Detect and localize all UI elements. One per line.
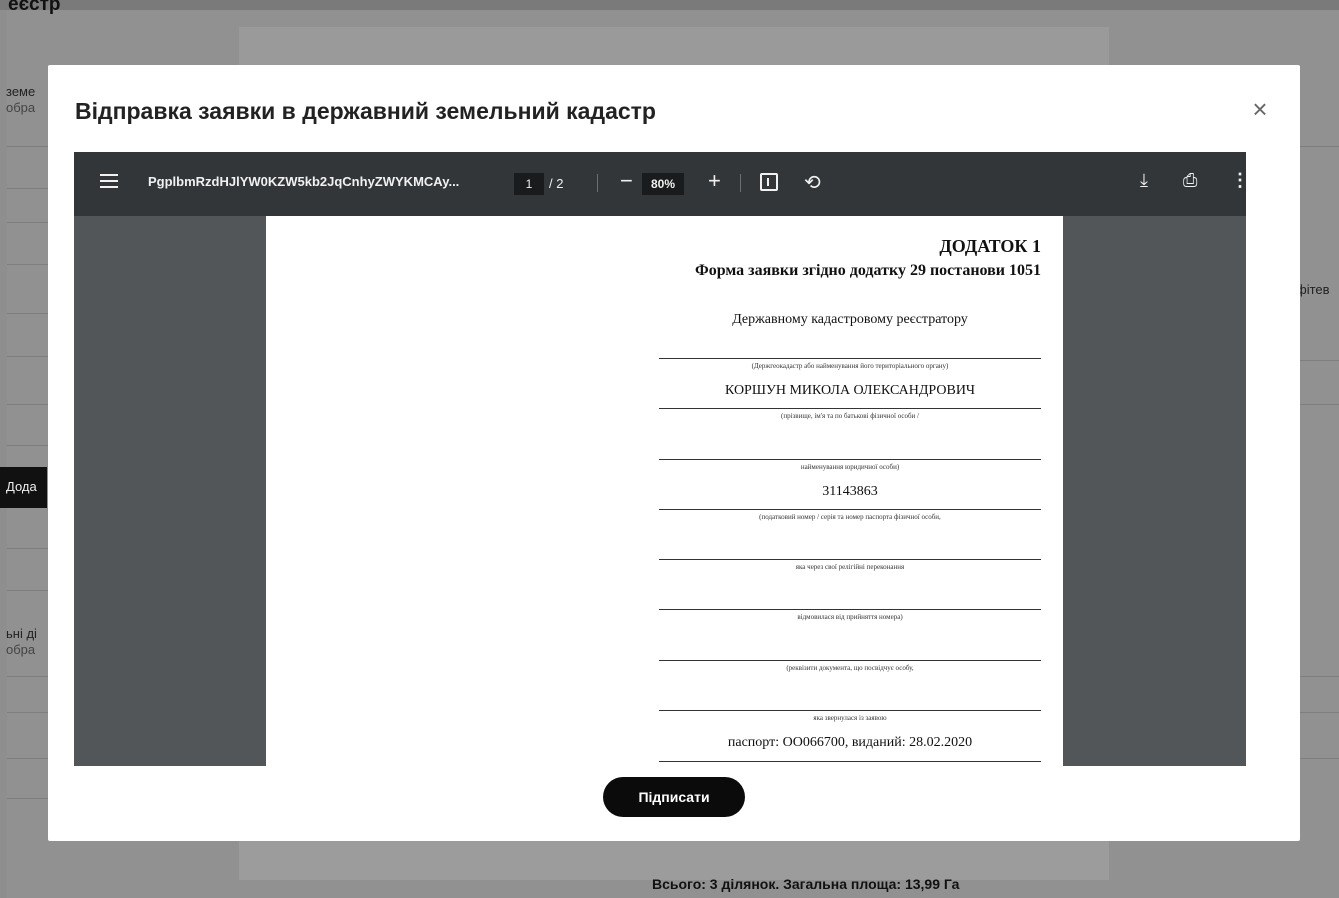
pdf-underline bbox=[659, 509, 1041, 510]
background-list-item[interactable]: ьні ді обра bbox=[6, 626, 37, 658]
background-add-button[interactable]: Дода bbox=[0, 467, 47, 508]
more-vert-icon[interactable]: ⋮ bbox=[1231, 170, 1246, 191]
modal-title: Відправка заявки в державний земельний к… bbox=[75, 98, 656, 124]
zoom-in-button[interactable]: + bbox=[708, 168, 721, 194]
pdf-underline bbox=[659, 559, 1041, 560]
pdf-applicant-name: КОРШУН МИКОЛА ОЛЕКСАНДРОВИЧ bbox=[724, 383, 976, 398]
submit-application-modal: Відправка заявки в державний земельний к… bbox=[48, 65, 1300, 841]
pdf-form-title: Форма заявки згідно додатку 29 постанови… bbox=[694, 262, 1041, 279]
background-divider bbox=[7, 712, 52, 713]
background-dialog-footer bbox=[239, 842, 1109, 880]
pdf-page-area[interactable]: ДОДАТОК 1 Форма заявки згідно додатку 29… bbox=[74, 216, 1246, 766]
pdf-passport: паспорт: ОО066700, виданий: 28.02.2020 bbox=[727, 735, 973, 750]
background-divider bbox=[7, 758, 52, 759]
background-divider bbox=[7, 798, 52, 799]
background-divider bbox=[7, 264, 52, 265]
background-total-summary: Всього: 3 ділянок. Загальна площа: 13,99… bbox=[652, 876, 960, 892]
toolbar-divider bbox=[740, 174, 741, 192]
pdf-underline bbox=[659, 609, 1041, 610]
print-icon[interactable]: ⎙ bbox=[1183, 170, 1197, 191]
background-page-title: еєстр bbox=[8, 0, 61, 15]
pdf-viewer: PgplbmRzdHJlYW0KZW5kb2JqCnhyZWYKMCAy... … bbox=[74, 152, 1246, 766]
background-topbar bbox=[0, 0, 1339, 10]
pdf-underline bbox=[659, 459, 1041, 460]
background-divider bbox=[7, 676, 52, 677]
background-divider bbox=[7, 146, 52, 147]
download-icon[interactable]: ⤓ bbox=[1140, 170, 1148, 191]
pdf-page: ДОДАТОК 1 Форма заявки згідно додатку 29… bbox=[266, 216, 1063, 766]
pdf-underline bbox=[659, 761, 1041, 762]
pdf-underline bbox=[659, 660, 1041, 661]
pdf-underline bbox=[659, 358, 1041, 359]
pdf-field-note: відмовилася від прийняття номера) bbox=[797, 613, 903, 621]
toolbar-divider bbox=[597, 174, 598, 192]
fit-page-icon[interactable] bbox=[760, 173, 778, 191]
pdf-underline bbox=[659, 710, 1041, 711]
background-divider bbox=[7, 188, 52, 189]
pdf-field-note: яка звернулася із заявою bbox=[813, 714, 887, 722]
pdf-field-note: (реквізити документа, що посвідчує особу… bbox=[786, 664, 914, 672]
rotate-icon[interactable]: ⟲ bbox=[804, 170, 821, 195]
pdf-field-note: (Держгеокадастр або найменування його те… bbox=[751, 362, 949, 370]
background-divider bbox=[7, 548, 52, 549]
background-divider bbox=[7, 445, 52, 446]
zoom-out-button[interactable]: − bbox=[620, 168, 633, 194]
background-list-item-label: земе bbox=[6, 84, 36, 99]
zoom-level-input[interactable]: 80% bbox=[642, 173, 684, 195]
background-list-item-label: ьні ді bbox=[6, 626, 37, 641]
close-icon[interactable]: × bbox=[1246, 95, 1274, 123]
background-right-text: фітев bbox=[1296, 282, 1330, 297]
background-divider bbox=[7, 313, 52, 314]
pdf-tax-number: 31143863 bbox=[822, 484, 878, 499]
pdf-underline bbox=[659, 408, 1041, 409]
background-divider bbox=[7, 404, 52, 405]
pdf-field-note: (прізвище, ім'я та по батькові фізичної … bbox=[781, 412, 919, 420]
background-divider bbox=[7, 222, 52, 223]
pdf-addressee: Державному кадастровому реєстратору bbox=[732, 312, 968, 327]
background-divider bbox=[7, 590, 52, 591]
background-list-item[interactable]: земе обра bbox=[6, 84, 35, 116]
pdf-field-note: яка через свої релігійні переконання bbox=[795, 563, 905, 571]
pdf-field-note: (податковий номер / серія та номер паспо… bbox=[759, 513, 941, 521]
pdf-filename: PgplbmRzdHJlYW0KZW5kb2JqCnhyZWYKMCAy... bbox=[148, 174, 460, 189]
page-number-input[interactable]: 1 bbox=[514, 173, 544, 195]
pdf-toolbar: PgplbmRzdHJlYW0KZW5kb2JqCnhyZWYKMCAy... … bbox=[74, 152, 1246, 216]
pdf-heading: ДОДАТОК 1 bbox=[939, 236, 1041, 256]
sign-button[interactable]: Підписати bbox=[603, 777, 745, 817]
background-list-item-sub: обра bbox=[6, 100, 36, 115]
background-list-item-sub: обра bbox=[6, 642, 36, 657]
background-divider bbox=[7, 356, 52, 357]
pdf-field-note: найменування юридичної особи) bbox=[800, 463, 900, 471]
page-total: / 2 bbox=[549, 176, 564, 191]
menu-icon[interactable] bbox=[100, 174, 118, 192]
